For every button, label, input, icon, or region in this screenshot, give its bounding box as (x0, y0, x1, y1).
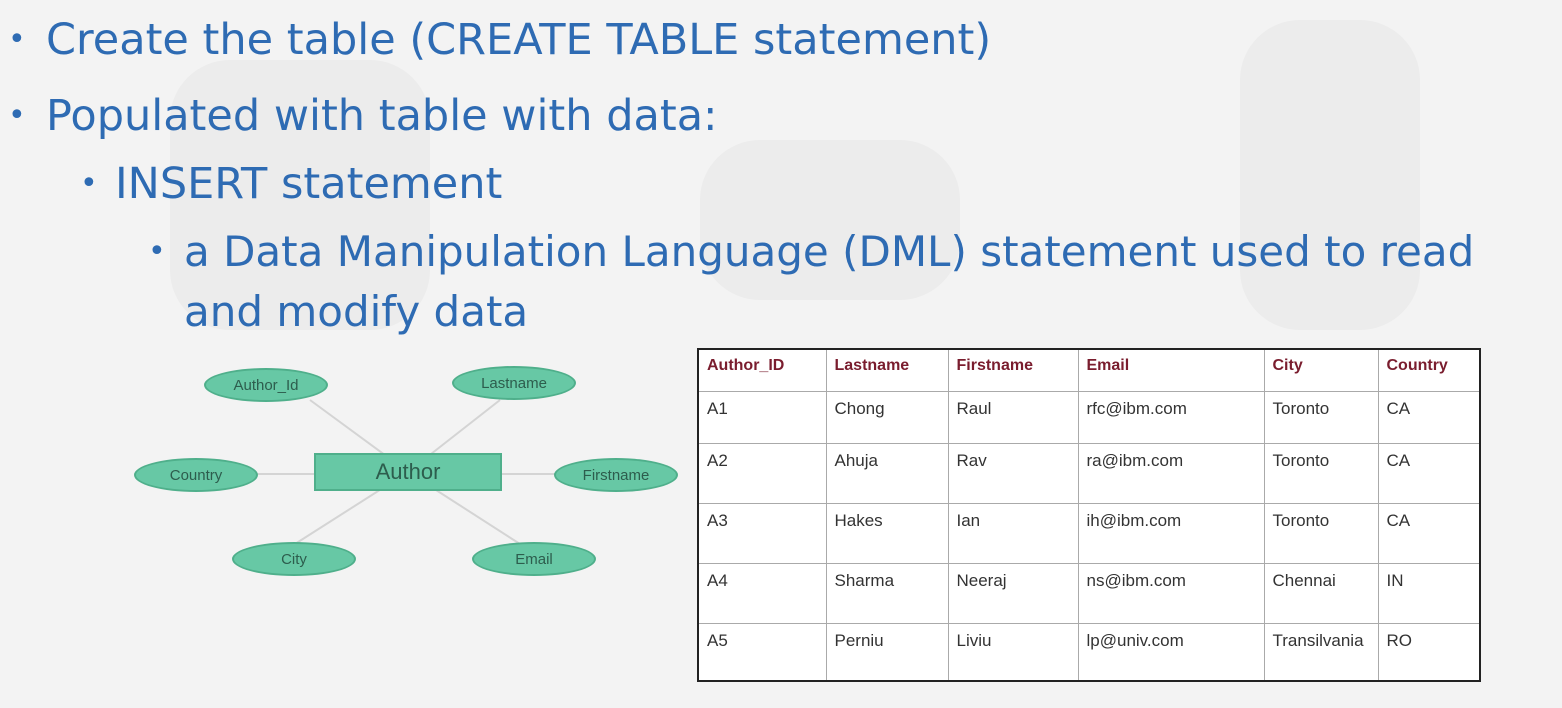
attribute-lastname: Lastname (452, 366, 576, 400)
bullet-text: a Data Manipulation Language (DML) state… (184, 227, 1475, 276)
bullet-text: INSERT statement (115, 159, 503, 209)
attribute-email: Email (472, 542, 596, 576)
cell-author-id: A3 (697, 502, 827, 564)
cell-firstname: Raul (947, 390, 1079, 444)
cell-author-id: A4 (697, 562, 827, 624)
cell-city: Toronto (1263, 502, 1379, 564)
author-table: Author_ID Lastname Firstname Email City … (697, 348, 1481, 682)
cell-email: ih@ibm.com (1077, 502, 1265, 564)
entity-author: Author (314, 453, 502, 491)
cell-author-id: A5 (697, 622, 827, 682)
cell-firstname: Ian (947, 502, 1079, 564)
cell-city: Chennai (1263, 562, 1379, 624)
bullet-text: Populated with table with data: (46, 91, 718, 141)
cell-lastname: Sharma (825, 562, 949, 624)
column-header: Author_ID (697, 348, 827, 392)
cell-city: Toronto (1263, 442, 1379, 504)
cell-lastname: Ahuja (825, 442, 949, 504)
cell-author-id: A2 (697, 442, 827, 504)
cell-firstname: Liviu (947, 622, 1079, 682)
column-header: Lastname (825, 348, 949, 392)
bullet-dot: • (148, 234, 166, 269)
cell-lastname: Hakes (825, 502, 949, 564)
bullet-dot: • (80, 166, 98, 201)
attribute-firstname: Firstname (554, 458, 678, 492)
cell-firstname: Neeraj (947, 562, 1079, 624)
cell-email: ra@ibm.com (1077, 442, 1265, 504)
bullet-dot: • (8, 22, 26, 57)
cell-city: Transilvania (1263, 622, 1379, 682)
cell-country: RO (1377, 622, 1481, 682)
column-header: City (1263, 348, 1379, 392)
cell-email: ns@ibm.com (1077, 562, 1265, 624)
bullet-text: Create the table (CREATE TABLE statement… (46, 15, 992, 65)
cell-lastname: Perniu (825, 622, 949, 682)
cell-country: CA (1377, 502, 1481, 564)
table-row: A1 Chong Raul rfc@ibm.com Toronto CA (697, 390, 1481, 444)
cell-author-id: A1 (697, 390, 827, 444)
table-header-row: Author_ID Lastname Firstname Email City … (697, 348, 1481, 392)
cell-country: IN (1377, 562, 1481, 624)
table-row: A5 Perniu Liviu lp@univ.com Transilvania… (697, 622, 1481, 682)
cell-firstname: Rav (947, 442, 1079, 504)
background-shape (1240, 20, 1420, 330)
cell-country: CA (1377, 390, 1481, 444)
er-diagram: Author Author_Id Lastname Country Firstn… (120, 348, 700, 608)
table-row: A4 Sharma Neeraj ns@ibm.com Chennai IN (697, 562, 1481, 624)
cell-country: CA (1377, 442, 1481, 504)
table-row: A2 Ahuja Rav ra@ibm.com Toronto CA (697, 442, 1481, 504)
cell-email: rfc@ibm.com (1077, 390, 1265, 444)
cell-lastname: Chong (825, 390, 949, 444)
attribute-author-id: Author_Id (204, 368, 328, 402)
attribute-city: City (232, 542, 356, 576)
column-header: Country (1377, 348, 1481, 392)
attribute-country: Country (134, 458, 258, 492)
column-header: Email (1077, 348, 1265, 392)
cell-email: lp@univ.com (1077, 622, 1265, 682)
bullet-dot: • (8, 98, 26, 133)
column-header: Firstname (947, 348, 1079, 392)
bullet-text: and modify data (184, 287, 529, 336)
cell-city: Toronto (1263, 390, 1379, 444)
table-row: A3 Hakes Ian ih@ibm.com Toronto CA (697, 502, 1481, 564)
